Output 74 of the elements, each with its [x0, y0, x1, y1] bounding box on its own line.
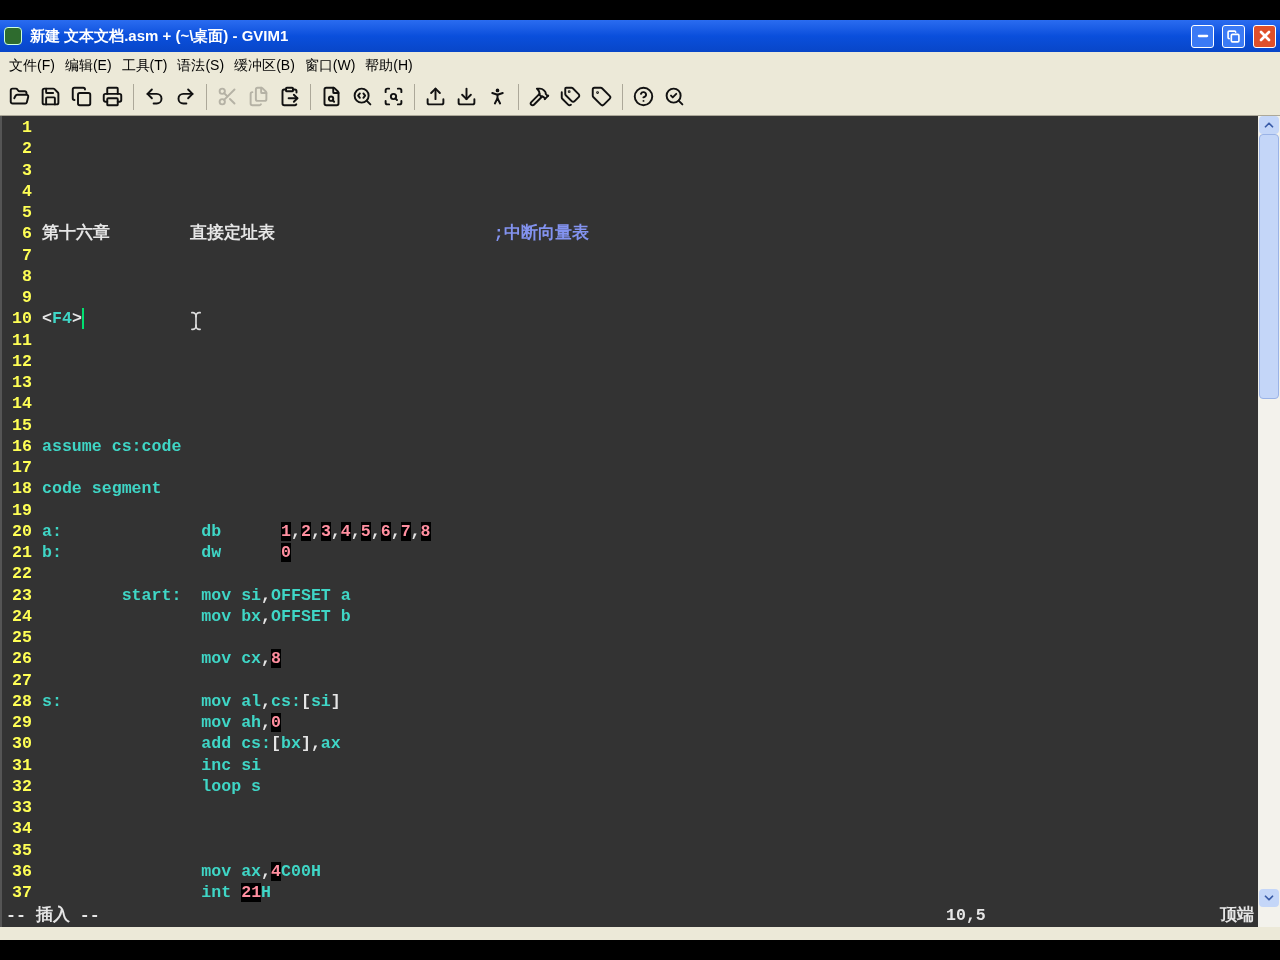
line-number: 2 — [21, 138, 33, 160]
line-number: 7 — [21, 244, 33, 266]
code-line: a: db 1,2,3,4,5,6,7,8 — [42, 520, 431, 542]
scrollbar[interactable] — [1258, 116, 1280, 927]
code-line: mov ah,0 — [200, 712, 281, 734]
line-number: 35 — [11, 839, 33, 861]
line-number: 26 — [11, 648, 33, 670]
line-number: 16 — [11, 435, 33, 457]
menu-item[interactable]: 语法(S) — [172, 54, 230, 76]
line-number: 29 — [11, 712, 33, 734]
line-number: 30 — [11, 733, 33, 755]
menu-item[interactable]: 工具(T) — [116, 54, 173, 76]
line-number: 28 — [11, 690, 33, 712]
line-number: 32 — [11, 775, 33, 797]
line-number: 10 — [11, 308, 33, 330]
scroll-position: 顶端 — [1220, 905, 1254, 927]
line-number: 17 — [11, 457, 33, 479]
text-cursor — [81, 308, 84, 330]
menu-item[interactable]: 编辑(E) — [59, 54, 117, 76]
line-number: 9 — [21, 287, 33, 309]
code-line: s: mov al,cs:[si] — [42, 690, 341, 712]
code-line: mov ax,4C00H — [200, 860, 321, 882]
menu-item[interactable]: 缓冲区(B) — [229, 54, 300, 76]
line-number: 37 — [11, 882, 33, 904]
menu-item[interactable]: 文件(F) — [4, 54, 60, 76]
code-line: add cs:[bx],ax — [200, 733, 341, 755]
line-number: 1 — [21, 117, 33, 139]
line-number: 12 — [11, 350, 33, 372]
close-button[interactable] — [1253, 24, 1276, 48]
line-number: 33 — [11, 797, 33, 819]
scroll-down-icon[interactable] — [1259, 889, 1279, 907]
line-number: 22 — [11, 563, 33, 585]
code-line: start: mov si,OFFSET a — [120, 584, 351, 606]
line-number: 20 — [11, 520, 33, 542]
code-line: loop s — [200, 775, 262, 797]
code-line: assume cs:code — [42, 435, 182, 457]
code-line: inc si — [200, 754, 262, 776]
restore-button[interactable] — [1222, 24, 1245, 48]
line-number: 25 — [11, 627, 33, 649]
line-number: 15 — [11, 414, 33, 436]
code-line: int 21H — [200, 882, 272, 904]
line-number: 36 — [11, 860, 33, 882]
code-line: mov cx,8 — [200, 648, 281, 670]
mode-indicator: -- 插入 -- — [6, 905, 101, 927]
line-number: 21 — [11, 542, 33, 564]
cursor-position: 10,5 — [946, 905, 987, 927]
code-line: code segment — [42, 478, 162, 500]
code-line: 第十六章 直接定址表 ;中断向量表 — [42, 223, 589, 245]
code-line: b: dw 0 — [42, 542, 291, 564]
line-number: 4 — [21, 180, 33, 202]
restore-icon — [1227, 29, 1240, 43]
code-line: <F4> — [42, 308, 82, 330]
code-line: mov bx,OFFSET b — [200, 605, 351, 627]
menu-item[interactable]: 帮助(H) — [360, 54, 418, 76]
scroll-up-icon[interactable] — [1259, 116, 1279, 134]
line-number: 8 — [21, 265, 33, 287]
line-number: 11 — [11, 329, 33, 351]
line-number: 18 — [11, 478, 33, 500]
line-number: 14 — [11, 393, 33, 415]
line-number: 24 — [11, 605, 33, 627]
line-number: 31 — [11, 754, 33, 776]
scroll-thumb[interactable] — [1259, 134, 1279, 399]
line-number: 19 — [11, 499, 33, 521]
line-number: 5 — [21, 202, 33, 224]
menu-item[interactable]: 窗口(W) — [299, 54, 361, 76]
app-icon — [4, 27, 22, 45]
line-number: 3 — [21, 159, 33, 181]
line-number: 13 — [11, 372, 33, 394]
line-number: 23 — [11, 584, 33, 606]
line-number: 34 — [11, 818, 33, 840]
line-number: 6 — [21, 223, 33, 245]
window-title: 新建 文本文档.asm + (~\桌面) - GVIM1 — [30, 25, 289, 46]
minimize-button[interactable] — [1191, 24, 1214, 48]
line-number: 27 — [11, 669, 33, 691]
